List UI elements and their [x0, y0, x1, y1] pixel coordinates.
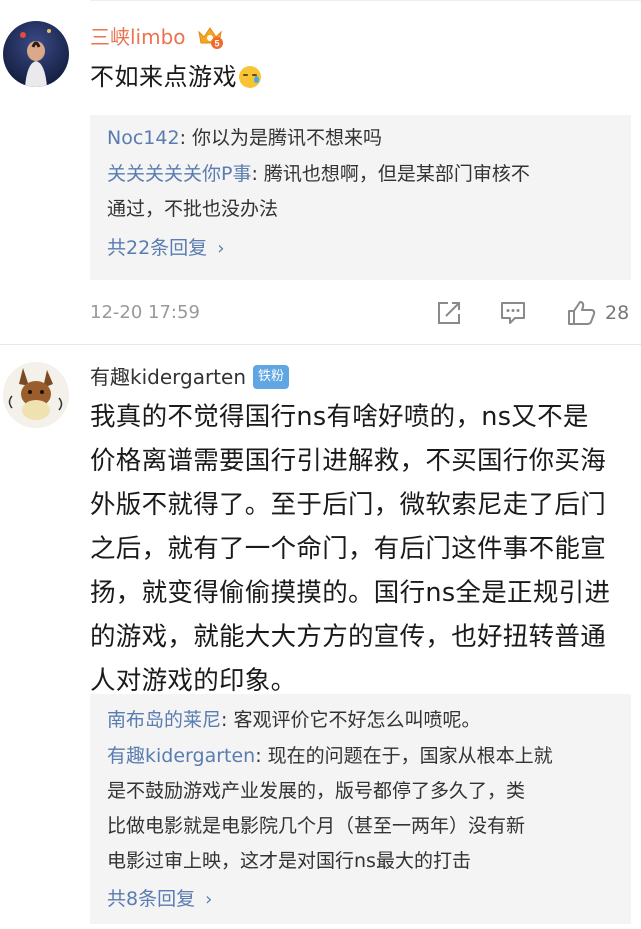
comment-text-line: 我真的不觉得国行ns有啥好喷的，ns又不是 [90, 402, 589, 432]
reply-text: 比做电影就是电影院几个月（甚至一两年）没有新 [107, 815, 526, 837]
avatar[interactable] [3, 21, 69, 87]
username[interactable]: 有趣kidergarten [90, 363, 246, 391]
comment-icon[interactable] [500, 300, 526, 326]
username[interactable]: 三峡limbo [90, 23, 186, 51]
reply-text: 通过，不批也没办法 [107, 198, 279, 220]
like-count: 28 [605, 302, 630, 324]
reply-text: 是不鼓励游戏产业发展的，版号都停了多久了，类 [107, 780, 526, 802]
reply-text: 你以为是腾讯不想来吗 [192, 127, 383, 149]
vip-crown-icon: 5 [196, 22, 224, 50]
comment-item: 有趣kidergarten 铁粉 我真的不觉得国行ns有啥好喷的，ns又不是 价… [0, 345, 641, 929]
reply-item: 有趣kidergarten: 现在的问题在于，国家从根本上就 是不鼓励游戏产业发… [107, 739, 553, 879]
reply-author[interactable]: 有趣kidergarten [107, 745, 255, 767]
sad-tear-emoji-icon [239, 66, 261, 88]
comment-actions: 12-20 17:59 28 [90, 298, 635, 328]
reply-author[interactable]: 南布岛的莱尼 [107, 709, 221, 731]
comment-text-line: 之后，就有了一个命门，有后门这件事不能宣 [90, 534, 607, 564]
fan-badge: 铁粉 [253, 365, 290, 389]
chevron-right-icon: › [217, 238, 225, 259]
reply-text: 腾讯也想啊，但是某部门审核不 [263, 163, 530, 185]
reply-text: 电影过审上映，这才是对国行ns最大的打击 [107, 850, 471, 872]
avatar[interactable] [3, 362, 69, 428]
reply-author[interactable]: 关关关关关你P事 [107, 163, 251, 185]
more-replies-link[interactable]: 共8条回复 › [107, 884, 212, 915]
svg-text:5: 5 [214, 39, 219, 49]
timestamp: 12-20 17:59 [90, 302, 200, 323]
reply-item: 南布岛的莱尼: 客观评价它不好怎么叫喷呢。 [107, 709, 481, 731]
comment-text-line: 扬，就变得偷偷摸摸的。国行ns全是正规引进 [90, 578, 611, 608]
comment-item: 三峡limbo 5 不如来点游戏 Noc142: 你以为是腾讯不想来吗 关关关关… [0, 0, 641, 344]
reply-item: Noc142: 你以为是腾讯不想来吗 [107, 127, 383, 149]
reply-text: 客观评价它不好怎么叫喷呢。 [233, 709, 481, 731]
comment-text-line: 的游戏，就能大大方方的宣传，也好扭转普通 [90, 622, 607, 652]
comment-text: 不如来点游戏 [90, 60, 261, 94]
reply-author[interactable]: Noc142 [107, 127, 180, 149]
comment-text-line: 不如来点游戏 [90, 63, 237, 91]
thumbs-up-icon[interactable] [567, 300, 596, 326]
comment-text-line: 价格离谱需要国行引进解救，不买国行你买海 [90, 446, 607, 476]
reply-item: 关关关关关你P事: 腾讯也想啊，但是某部门审核不 通过，不批也没办法 [107, 157, 530, 227]
reply-text: 现在的问题在于，国家从根本上就 [267, 745, 553, 767]
comment-text-line: 外版不就得了。至于后门，微软索尼走了后门 [90, 490, 607, 520]
comment-text: 我真的不觉得国行ns有啥好喷的，ns又不是 价格离谱需要国行引进解救，不买国行你… [90, 395, 625, 703]
more-replies-link[interactable]: 共22条回复 › [107, 233, 224, 264]
reply-box[interactable]: Noc142: 你以为是腾讯不想来吗 关关关关关你P事: 腾讯也想啊，但是某部门… [90, 115, 631, 280]
chevron-right-icon: › [205, 889, 213, 910]
share-icon[interactable] [436, 300, 462, 326]
reply-box[interactable]: 南布岛的莱尼: 客观评价它不好怎么叫喷呢。 有趣kidergarten: 现在的… [90, 694, 631, 924]
